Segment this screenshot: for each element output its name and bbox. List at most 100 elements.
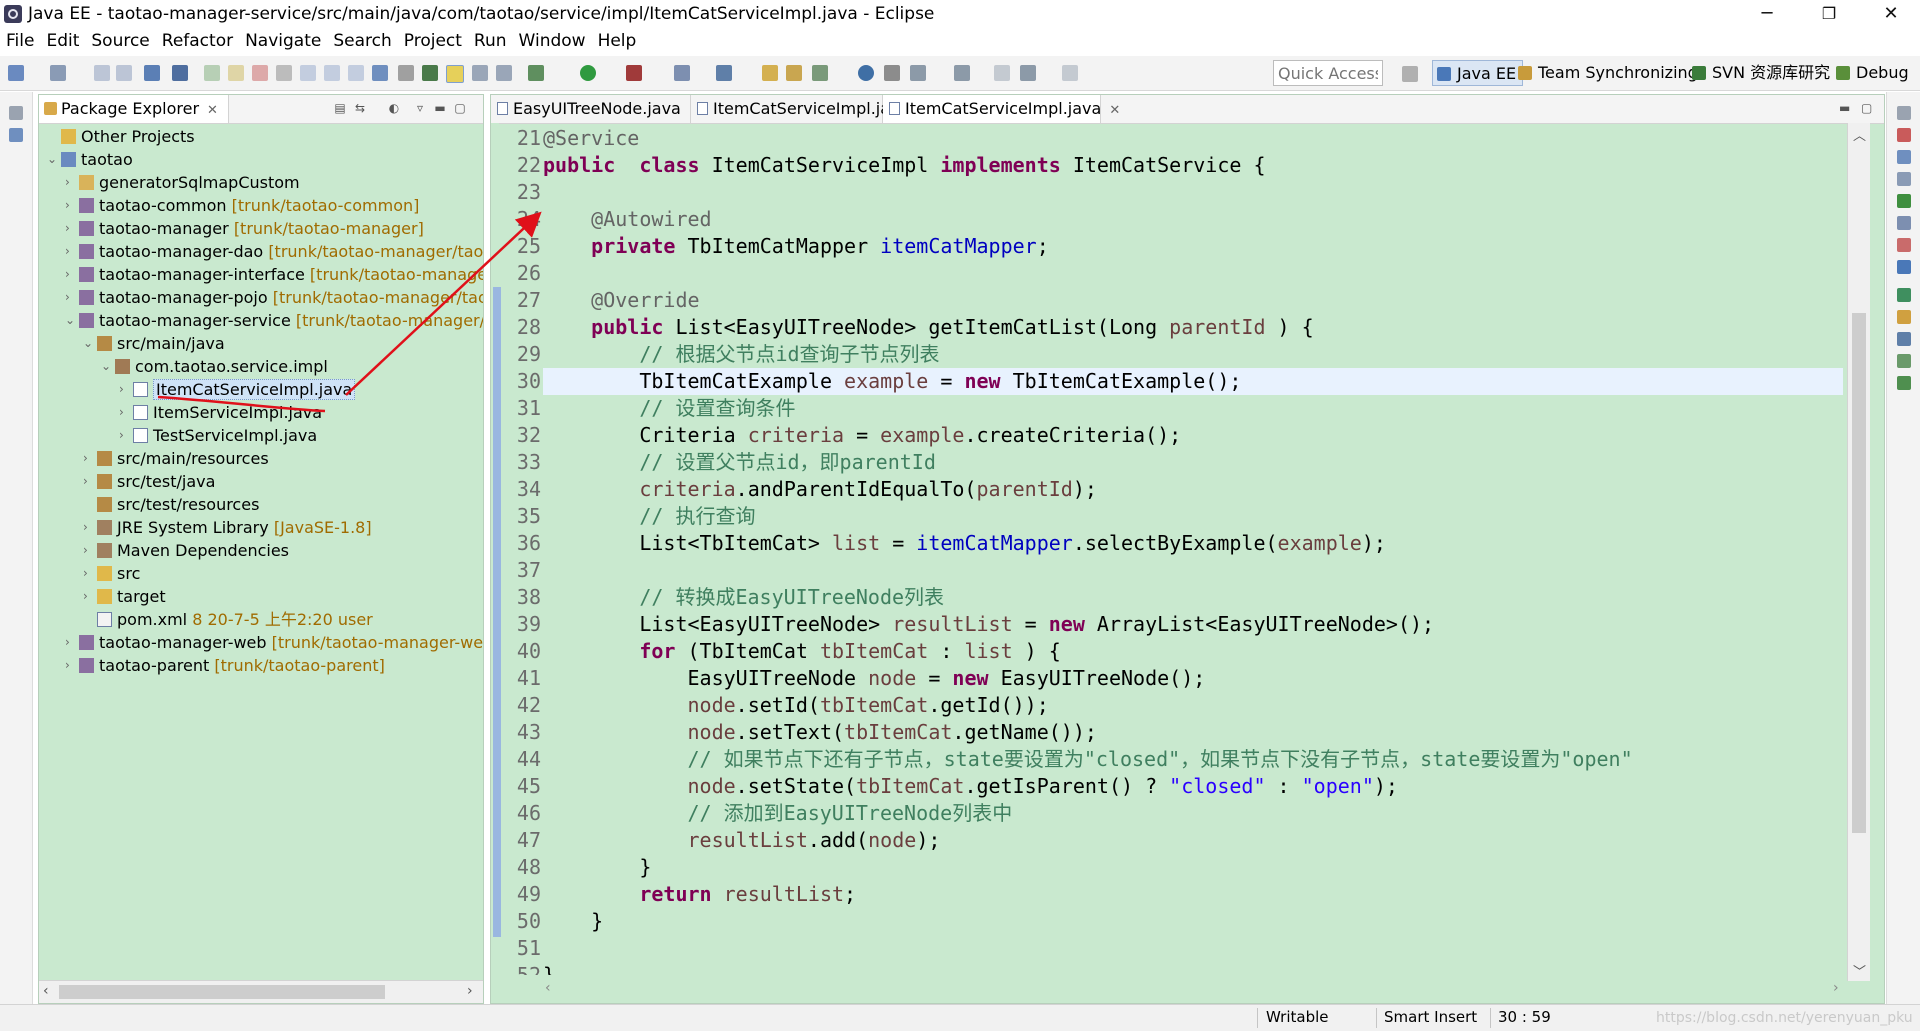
expand-arrow-icon[interactable]: ⌄ [83, 332, 95, 355]
markers-icon[interactable] [1897, 238, 1911, 252]
code-line[interactable]: node.setState(tbItemCat.getIsParent() ? … [543, 773, 1398, 800]
editor-horizontal-scrollbar[interactable]: ‹ › [543, 979, 1847, 1001]
minimize-button[interactable]: ─ [1744, 2, 1790, 26]
restore-view-icon[interactable] [1897, 106, 1911, 120]
code-line[interactable]: EasyUITreeNode node = new EasyUITreeNode… [543, 665, 1205, 692]
code-area[interactable]: @Service public class ItemCatServiceImpl … [543, 125, 1843, 975]
collapse-arrow-icon[interactable]: › [83, 470, 95, 493]
last-edit-icon[interactable] [994, 65, 1010, 81]
mark-occurrences-icon[interactable] [446, 65, 464, 83]
scroll-left-icon[interactable]: ‹ [43, 983, 49, 999]
scroll-left-icon[interactable]: ‹ [545, 980, 551, 996]
menu-project[interactable]: Project [398, 28, 468, 53]
expand-arrow-icon[interactable]: ⌄ [47, 148, 59, 171]
editor-tab-itemcatserviceimpl[interactable]: ItemCatServiceImpl.java ✕ [883, 95, 1120, 123]
code-line[interactable]: // 设置父节点id，即parentId [543, 449, 936, 476]
code-line[interactable]: // 如果节点下还有子节点，state要设置为"closed"，如果节点下没有子… [543, 746, 1633, 773]
view-menu-icon[interactable]: ▿ [413, 101, 427, 115]
menu-search[interactable]: Search [327, 28, 397, 53]
drop-to-frame-icon[interactable] [372, 65, 388, 81]
code-line[interactable]: // 转换成EasyUITreeNode列表 [543, 584, 944, 611]
collapse-arrow-icon[interactable]: › [65, 654, 77, 677]
collapse-arrow-icon[interactable]: › [65, 263, 77, 286]
code-line[interactable]: } [543, 854, 651, 881]
focus-icon[interactable]: ◐ [387, 101, 401, 115]
search-tool-icon[interactable] [812, 65, 828, 81]
maximize-view-icon[interactable]: ▢ [453, 101, 467, 115]
minimize-view-icon[interactable]: ▬ [433, 101, 447, 115]
code-line[interactable]: List<EasyUITreeNode> resultList = new Ar… [543, 611, 1434, 638]
code-line[interactable]: node.setText(tbItemCat.getName()); [543, 719, 1097, 746]
code-line[interactable]: public List<EasyUITreeNode> getItemCatLi… [543, 314, 1313, 341]
close-view-icon[interactable]: ✕ [207, 103, 218, 118]
restore-button[interactable]: ❐ [1806, 2, 1852, 26]
code-line[interactable]: private TbItemCatMapper itemCatMapper; [543, 233, 1049, 260]
code-line[interactable]: // 设置查询条件 [543, 395, 795, 422]
code-line[interactable]: Criteria criteria = example.createCriter… [543, 422, 1181, 449]
menu-edit[interactable]: Edit [40, 28, 85, 53]
suspend-icon[interactable] [228, 65, 244, 81]
code-line[interactable]: return resultList; [543, 881, 856, 908]
show-whitespace-icon[interactable] [472, 65, 488, 81]
run-icon[interactable] [580, 65, 596, 81]
code-line[interactable]: // 添加到EasyUITreeNode列表中 [543, 800, 1013, 827]
task-list-icon[interactable] [1897, 128, 1911, 142]
back-icon[interactable] [1020, 65, 1036, 81]
code-line[interactable]: node.setId(tbItemCat.getId()); [543, 692, 1049, 719]
menu-refactor[interactable]: Refactor [156, 28, 239, 53]
collapse-arrow-icon[interactable]: › [83, 562, 95, 585]
perspective-debug[interactable]: Debug [1832, 60, 1915, 86]
new-java-class-icon[interactable] [716, 65, 732, 81]
collapse-arrow-icon[interactable]: › [65, 217, 77, 240]
menu-source[interactable]: Source [85, 28, 155, 53]
step-into-icon[interactable] [300, 65, 316, 81]
code-line[interactable]: @Service [543, 125, 639, 152]
code-line[interactable]: criteria.andParentIdEqualTo(parentId); [543, 476, 1097, 503]
package-explorer-tab[interactable]: Package Explorer ✕ [39, 95, 229, 123]
collapse-arrow-icon[interactable]: › [65, 240, 77, 263]
collapse-arrow-icon[interactable]: › [119, 424, 131, 447]
code-line[interactable]: } [543, 908, 603, 935]
terminate-icon[interactable] [252, 65, 268, 81]
open-type-icon[interactable] [762, 65, 778, 81]
use-step-filters-icon[interactable] [398, 65, 414, 81]
scroll-thumb[interactable] [59, 985, 385, 999]
code-line[interactable]: @Autowired [543, 206, 711, 233]
print-icon[interactable] [144, 65, 160, 81]
scroll-right-icon[interactable]: › [467, 983, 473, 999]
next-annotation-icon[interactable] [910, 65, 926, 81]
forward-icon[interactable] [1062, 65, 1078, 81]
code-line[interactable]: TbItemCatExample example = new TbItemCat… [543, 368, 1843, 395]
editor-tab-easyuitreenode[interactable]: EasyUITreeNode.java [491, 95, 691, 123]
menu-run[interactable]: Run [468, 28, 513, 53]
collapse-arrow-icon[interactable]: › [119, 401, 131, 424]
search-view-icon[interactable] [1897, 332, 1911, 346]
menu-help[interactable]: Help [592, 28, 643, 53]
perspective-svn[interactable]: SVN 资源库研究 [1688, 60, 1836, 86]
scroll-right-icon[interactable]: › [1833, 980, 1839, 996]
step-over-icon[interactable] [324, 65, 340, 81]
new-wizard-icon[interactable] [50, 65, 66, 81]
maximize-editor-icon[interactable]: ▢ [1861, 101, 1872, 115]
minimize-editor-icon[interactable]: ▬ [1839, 101, 1850, 115]
editor-tab-itemcatservice[interactable]: ItemCatServiceImpl.java [691, 95, 909, 123]
scroll-down-icon[interactable]: ﹀ [1853, 961, 1866, 980]
expand-arrow-icon[interactable]: ⌄ [65, 309, 77, 332]
problems-icon[interactable] [1897, 172, 1911, 186]
open-task-icon[interactable] [786, 65, 802, 81]
scroll-up-icon[interactable]: ︿ [1853, 125, 1866, 144]
menu-navigate[interactable]: Navigate [239, 28, 327, 53]
code-line[interactable]: } [543, 962, 555, 975]
close-button[interactable]: ✕ [1868, 2, 1914, 26]
junit-icon[interactable] [1897, 376, 1911, 390]
properties-icon[interactable] [1897, 260, 1911, 274]
step-return-icon[interactable] [348, 65, 364, 81]
collapse-arrow-icon[interactable]: › [83, 539, 95, 562]
collapse-arrow-icon[interactable]: › [119, 378, 131, 401]
horizontal-scrollbar[interactable]: ‹ › [39, 980, 483, 1003]
collapse-arrow-icon[interactable]: › [65, 194, 77, 217]
collapse-arrow-icon[interactable]: › [65, 286, 77, 309]
close-tab-icon[interactable]: ✕ [1109, 103, 1120, 118]
save-all-icon[interactable] [116, 65, 132, 81]
new-icon[interactable] [8, 65, 24, 81]
